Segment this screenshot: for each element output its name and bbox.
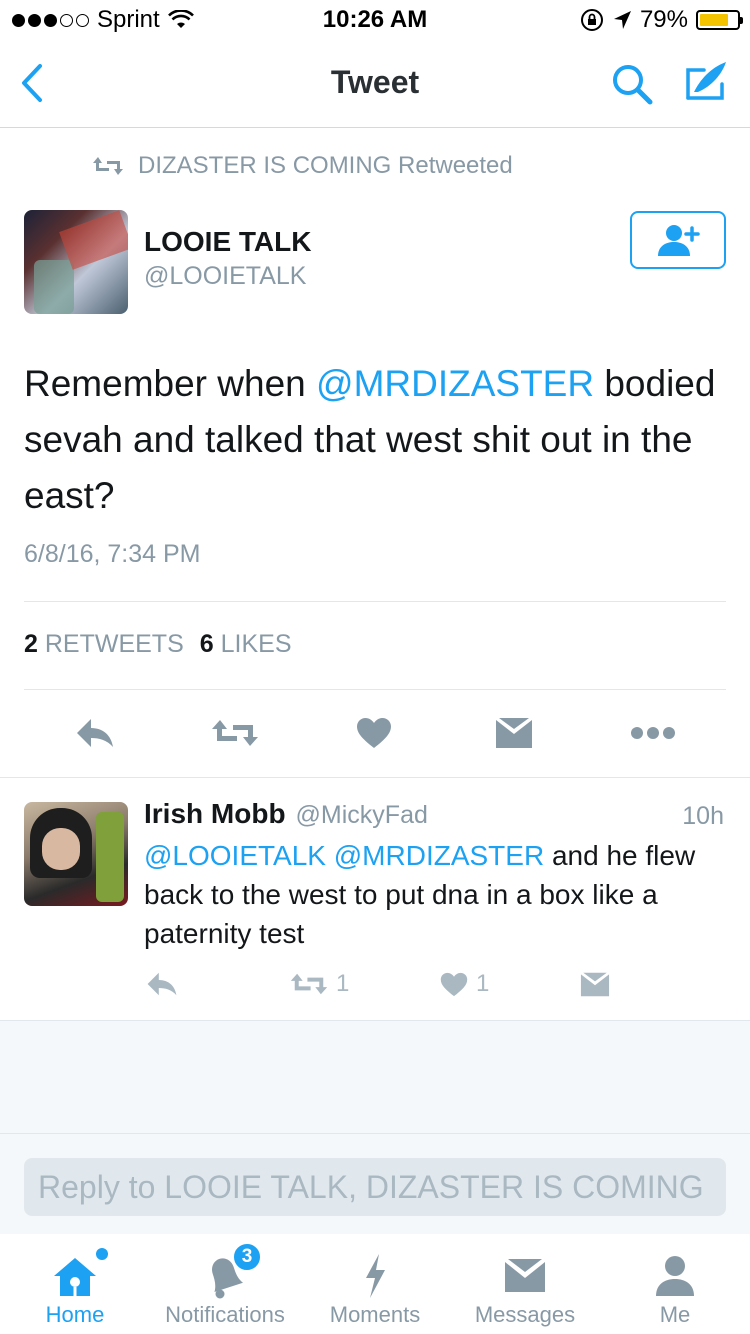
retweeted-by-label: DIZASTER IS COMING Retweeted	[138, 152, 513, 179]
envelope-icon	[505, 1259, 545, 1292]
rotation-lock-icon	[580, 9, 603, 31]
retweets-stat[interactable]: 2 RETWEETS	[24, 630, 184, 659]
tweet-actions	[0, 708, 750, 758]
person-icon	[656, 1256, 694, 1296]
reply-retweet-count: 1	[336, 970, 350, 997]
reply-reply-button[interactable]	[146, 966, 178, 1002]
tab-notifications[interactable]: 3 Notifications	[150, 1234, 300, 1334]
reply-retweet-button[interactable]: 1	[290, 966, 349, 1002]
tab-home[interactable]: Home	[0, 1234, 150, 1334]
like-button[interactable]	[354, 708, 394, 758]
reply-button[interactable]	[70, 708, 120, 758]
divider	[24, 689, 726, 690]
tab-label: Messages	[474, 1302, 576, 1327]
reply-avatar[interactable]	[24, 802, 128, 906]
tweet-text: Remember when @MRDIZASTER bodied sevah a…	[24, 356, 724, 524]
tweet-stats: 2 RETWEETS 6 LIKES	[24, 630, 292, 659]
reply-mention[interactable]: @LOOIETALK	[144, 840, 326, 871]
battery-icon	[696, 10, 743, 30]
tweet-text-start: Remember when	[24, 363, 317, 404]
tab-moments[interactable]: Moments	[300, 1234, 450, 1334]
location-icon	[613, 11, 631, 29]
tab-label: Home	[45, 1302, 105, 1327]
reply-header: Irish Mobb @MickyFad	[144, 798, 428, 830]
reply-dm-button[interactable]	[580, 966, 610, 1002]
search-icon[interactable]	[608, 60, 656, 108]
status-right: 79%	[580, 6, 743, 34]
likes-stat[interactable]: 6 LIKES	[200, 630, 292, 659]
tweet-mention[interactable]: @MRDIZASTER	[316, 363, 594, 404]
author-name[interactable]: LOOIE TALK	[144, 226, 311, 258]
retweet-icon	[212, 720, 258, 746]
new-content-dot	[96, 1248, 108, 1260]
author-handle[interactable]: @LOOIETALK	[144, 262, 306, 291]
retweet-button[interactable]	[208, 708, 262, 758]
reply-actions: 1 1	[0, 966, 750, 1002]
divider	[0, 777, 750, 778]
reply-text: @LOOIETALK @MRDIZASTER and he flew back …	[144, 836, 734, 953]
heart-icon	[357, 718, 391, 748]
more-icon	[631, 727, 675, 739]
reply-mention[interactable]: @MRDIZASTER	[334, 840, 544, 871]
status-bar: Sprint 10:26 AM 79%	[0, 0, 750, 40]
heart-icon	[440, 972, 468, 996]
divider	[24, 601, 726, 602]
empty-area	[0, 1020, 750, 1134]
retweeted-by[interactable]: DIZASTER IS COMING Retweeted	[92, 152, 513, 180]
envelope-icon	[496, 718, 532, 748]
nav-bar: Tweet	[0, 40, 750, 128]
compose-icon[interactable]	[682, 58, 730, 106]
direct-message-button[interactable]	[492, 708, 536, 758]
more-button[interactable]	[628, 708, 678, 758]
reply-input[interactable]: Reply to LOOIE TALK, DIZASTER IS COMING	[24, 1158, 726, 1216]
retweet-icon	[290, 973, 328, 995]
tab-me[interactable]: Me	[600, 1234, 750, 1334]
add-user-icon	[658, 225, 700, 256]
reply-author-handle[interactable]: @MickyFad	[296, 801, 428, 830]
lightning-icon	[366, 1254, 385, 1298]
tweet-timestamp: 6/8/16, 7:34 PM	[24, 540, 201, 568]
reply-author-name[interactable]: Irish Mobb	[144, 798, 286, 830]
tab-bar: Home 3 Notifications Moments Messages Me	[0, 1234, 750, 1334]
tab-label: Notifications	[165, 1302, 285, 1327]
reply-icon	[147, 972, 177, 996]
notification-badge: 3	[232, 1242, 262, 1272]
retweet-icon	[93, 157, 123, 175]
reply-like-count: 1	[476, 970, 490, 997]
follow-button[interactable]	[630, 211, 726, 269]
author-avatar[interactable]	[24, 210, 128, 314]
reply-icon	[77, 719, 113, 747]
envelope-icon	[580, 972, 610, 996]
tab-label: Me	[659, 1302, 691, 1327]
tab-label: Moments	[329, 1302, 421, 1327]
reply-timestamp: 10h	[682, 802, 724, 830]
tab-messages[interactable]: Messages	[450, 1234, 600, 1334]
home-icon	[54, 1258, 96, 1296]
battery-percent: 79%	[639, 6, 688, 33]
reply-like-button[interactable]: 1	[440, 966, 489, 1002]
